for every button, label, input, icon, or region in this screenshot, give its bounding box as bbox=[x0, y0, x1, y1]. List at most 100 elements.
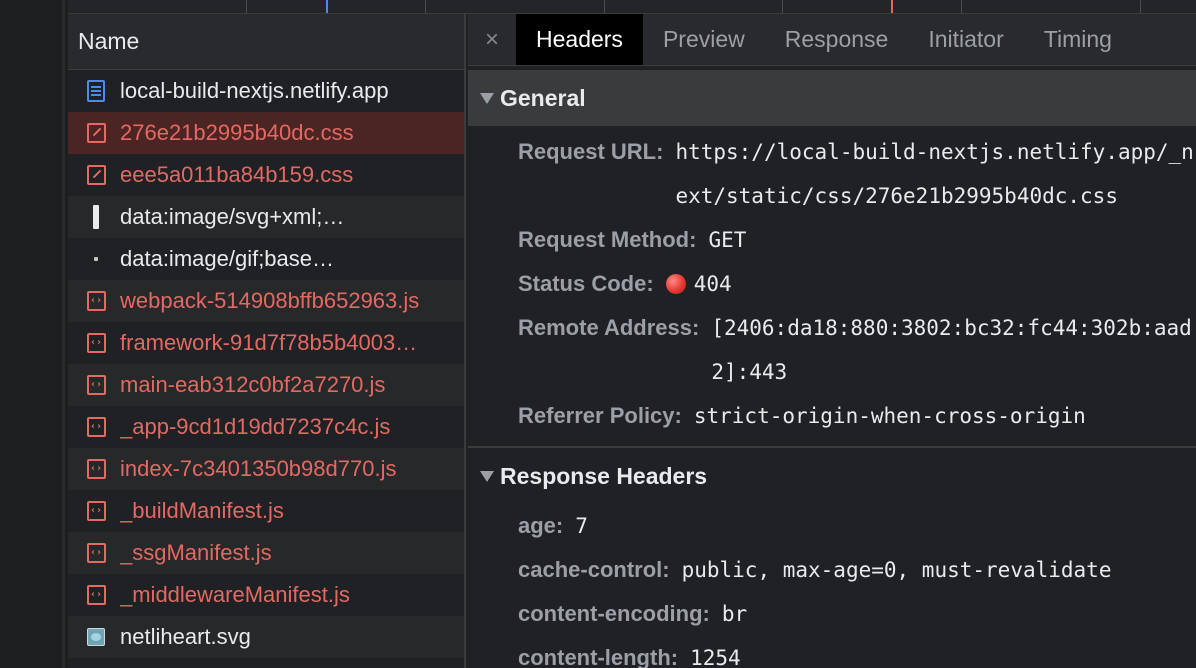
script-file-icon-glyph: ‹› bbox=[86, 585, 106, 605]
tab-headers-label: Headers bbox=[536, 26, 623, 52]
gif-image-icon bbox=[86, 248, 106, 270]
svg-image-icon bbox=[86, 205, 106, 229]
details-tabbar: × Headers Preview Response Initiator Tim… bbox=[468, 14, 1196, 66]
css-file-icon-glyph bbox=[86, 165, 106, 185]
image-file-icon bbox=[86, 626, 106, 648]
script-file-icon-glyph: ‹› bbox=[86, 459, 106, 479]
status-code-value[interactable]: 404 bbox=[694, 272, 732, 296]
response-header-key: cache-control: bbox=[518, 557, 670, 582]
request-name: netliheart.svg bbox=[120, 624, 251, 649]
timeline-gridline bbox=[246, 0, 247, 13]
document-icon bbox=[86, 80, 106, 102]
request-row[interactable]: data:image/gif;base… bbox=[68, 238, 464, 280]
request-name: _app-9cd1d19dd7237c4c.js bbox=[120, 414, 391, 439]
close-icon: × bbox=[484, 25, 499, 53]
remote-address-value[interactable]: [2406:da18:880:3802:bc32:fc44:302b:aad2]… bbox=[711, 306, 1196, 394]
tab-preview-label: Preview bbox=[662, 26, 745, 52]
request-details-panel: × Headers Preview Response Initiator Tim… bbox=[468, 14, 1196, 668]
response-header-row: content-length: 1254 bbox=[518, 636, 1196, 668]
response-headers-body: age: 7 cache-control: public, max-age=0, mu… bbox=[468, 504, 1196, 668]
script-file-icon-glyph: ‹› bbox=[86, 375, 106, 395]
general-section-title: General bbox=[500, 84, 586, 111]
timeline-gridline bbox=[1140, 0, 1141, 13]
response-header-value[interactable]: 1254 bbox=[690, 636, 741, 668]
response-header-key: content-encoding: bbox=[518, 601, 710, 626]
response-header-key: content-length: bbox=[518, 645, 679, 668]
request-name: framework-91d7f78b5b4003… bbox=[120, 330, 418, 355]
general-section-toggle[interactable]: General bbox=[468, 70, 1196, 126]
request-name: local-build-nextjs.netlify.app bbox=[120, 78, 389, 103]
request-row[interactable]: ‹› _buildManifest.js bbox=[68, 490, 464, 532]
request-row[interactable]: 276e21b2995b40dc.css bbox=[68, 112, 464, 154]
document-icon-glyph bbox=[87, 80, 105, 102]
tab-response-label: Response bbox=[784, 26, 889, 52]
css-file-icon-glyph bbox=[86, 123, 106, 143]
request-row[interactable]: eee5a011ba84b159.css bbox=[68, 154, 464, 196]
request-method-value[interactable]: GET bbox=[708, 218, 746, 262]
request-row[interactable]: data:image/svg+xml;… bbox=[68, 196, 464, 238]
script-file-icon: ‹› bbox=[86, 542, 106, 564]
response-headers-section-title: Response Headers bbox=[500, 462, 708, 489]
script-file-icon: ‹› bbox=[86, 416, 106, 438]
referrer-policy-row: Referrer Policy: strict-origin-when-cros… bbox=[518, 394, 1196, 438]
status-code-label: Status Code: bbox=[518, 271, 654, 296]
request-list: local-build-nextjs.netlify.app 276e21b299… bbox=[68, 70, 464, 658]
request-method-label: Request Method: bbox=[518, 227, 697, 252]
tab-headers[interactable]: Headers bbox=[516, 14, 643, 65]
response-header-value[interactable]: 7 bbox=[575, 504, 588, 548]
tab-initiator-label: Initiator bbox=[928, 26, 1004, 52]
request-name: 276e21b2995b40dc.css bbox=[120, 120, 354, 145]
referrer-policy-label: Referrer Policy: bbox=[518, 403, 682, 428]
tab-initiator[interactable]: Initiator bbox=[908, 14, 1023, 65]
script-file-icon-glyph: ‹› bbox=[86, 291, 106, 311]
request-row[interactable]: ‹› _middlewareManifest.js bbox=[68, 574, 464, 616]
request-name: eee5a011ba84b159.css bbox=[120, 162, 354, 187]
request-name: index-7c3401350b98d770.js bbox=[120, 456, 397, 481]
timeline-gridline bbox=[425, 0, 426, 13]
request-name: data:image/gif;base… bbox=[120, 246, 335, 271]
response-header-key: age: bbox=[518, 513, 564, 538]
request-row[interactable]: ‹› framework-91d7f78b5b4003… bbox=[68, 322, 464, 364]
status-code-row: Status Code: 404 bbox=[518, 262, 1196, 306]
response-headers-section-toggle[interactable]: Response Headers bbox=[468, 448, 1196, 504]
referrer-policy-value[interactable]: strict-origin-when-cross-origin bbox=[694, 394, 1086, 438]
timeline-overview[interactable] bbox=[68, 0, 1196, 14]
request-url-value[interactable]: https://local-build-nextjs.netlify.app/_… bbox=[675, 130, 1196, 218]
response-header-row: content-encoding: br bbox=[518, 592, 1196, 636]
response-header-value[interactable]: public, max-age=0, must-revalidate bbox=[682, 548, 1112, 592]
script-file-icon: ‹› bbox=[86, 500, 106, 522]
request-row[interactable]: ‹› webpack-514908bffb652963.js bbox=[68, 280, 464, 322]
css-file-icon bbox=[86, 122, 106, 144]
request-row[interactable]: netliheart.svg bbox=[68, 616, 464, 658]
request-name: webpack-514908bffb652963.js bbox=[120, 288, 420, 313]
script-file-icon-glyph: ‹› bbox=[86, 333, 106, 353]
left-gutter bbox=[0, 0, 68, 668]
request-row[interactable]: ‹› main-eab312c0bf2a7270.js bbox=[68, 364, 464, 406]
tab-timing[interactable]: Timing bbox=[1024, 14, 1132, 65]
request-row[interactable]: ‹› _ssgManifest.js bbox=[68, 532, 464, 574]
request-method-row: Request Method: GET bbox=[518, 218, 1196, 262]
tab-preview[interactable]: Preview bbox=[643, 14, 765, 65]
request-name: data:image/svg+xml;… bbox=[120, 204, 345, 229]
request-name: main-eab312c0bf2a7270.js bbox=[120, 372, 386, 397]
response-header-value[interactable]: br bbox=[722, 592, 747, 636]
close-details-button[interactable]: × bbox=[468, 14, 516, 65]
gutter-divider bbox=[62, 0, 65, 668]
svg-image-icon-glyph bbox=[93, 205, 99, 229]
general-section-body: Request URL: https://local-build-nextjs.… bbox=[468, 126, 1196, 438]
script-file-icon: ‹› bbox=[86, 290, 106, 312]
script-file-icon: ‹› bbox=[86, 584, 106, 606]
timeline-gridline bbox=[961, 0, 962, 13]
name-column-header[interactable]: Name bbox=[68, 14, 464, 70]
timeline-gridline bbox=[604, 0, 605, 13]
request-row[interactable]: ‹› _app-9cd1d19dd7237c4c.js bbox=[68, 406, 464, 448]
request-row[interactable]: local-build-nextjs.netlify.app bbox=[68, 70, 464, 112]
timeline-gridline bbox=[782, 0, 783, 13]
tab-response[interactable]: Response bbox=[765, 14, 909, 65]
request-row[interactable]: ‹› index-7c3401350b98d770.js bbox=[68, 448, 464, 490]
image-file-icon-glyph bbox=[87, 628, 105, 646]
dom-content-loaded-marker bbox=[326, 0, 328, 13]
name-column-label: Name bbox=[78, 28, 140, 54]
remote-address-row: Remote Address: [2406:da18:880:3802:bc32… bbox=[518, 306, 1196, 394]
script-file-icon-glyph: ‹› bbox=[86, 543, 106, 563]
